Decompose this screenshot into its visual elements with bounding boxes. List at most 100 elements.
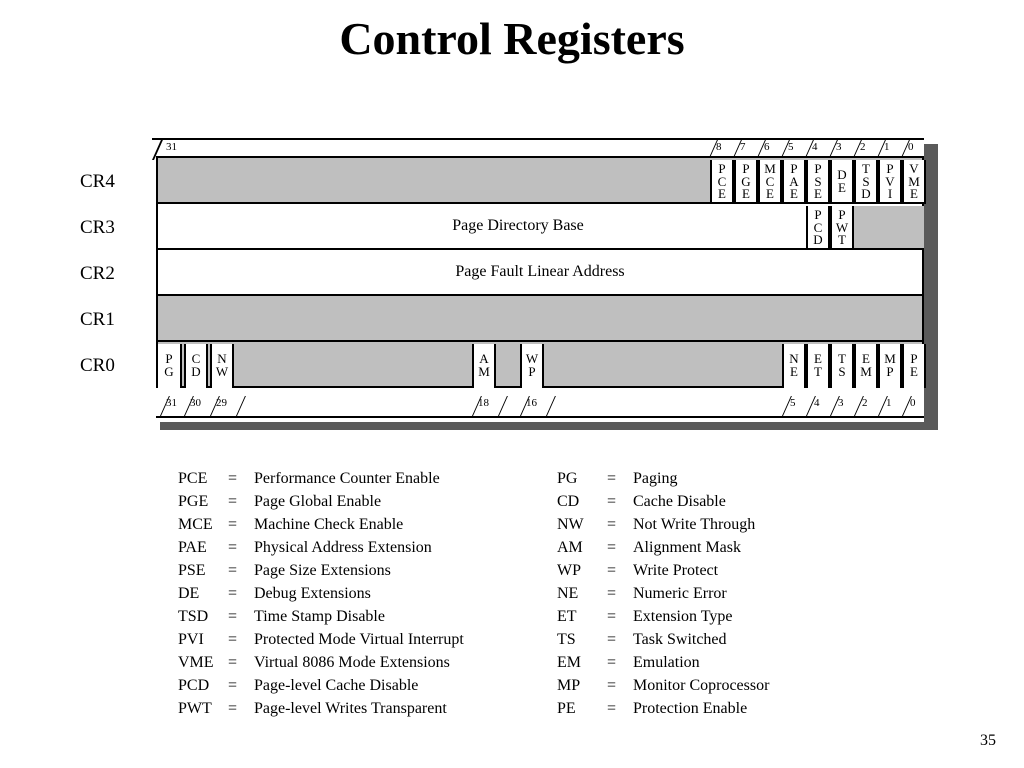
cr4-bit-pvi: PVI [878,160,902,204]
bit-number-cr0-18: 18 [478,397,489,409]
register-label-cr3: CR3 [80,217,115,238]
legend-abbr: PAE [178,539,207,556]
bit-number-cr0-1: 1 [886,397,892,409]
bit-number-1: 1 [884,141,890,153]
legend-equals: = [228,608,238,625]
legend-equals: = [228,654,238,671]
legend-equals: = [607,677,617,694]
register-rows: CR4 PCE PGE MCE PAE PSE DE TSD PVI VME C… [80,156,926,388]
legend-abbr: AM [557,539,583,556]
legend-equals: = [607,700,617,717]
legend-description: Alignment Mask [633,539,741,556]
bit-tick-cr0-gap-icon [236,396,258,416]
legend-description: Write Protect [633,562,719,579]
legend-description: Numeric Error [633,585,727,602]
legend-equals: = [607,516,617,533]
legend-row: PCD = Page-level Cache Disable [178,677,464,700]
legend-equals: = [228,677,238,694]
legend-description: Protection Enable [633,700,748,717]
register-row-cr3: CR3 Page Directory Base PCD PWT [80,202,924,250]
cr4-bit-de: DE [830,160,854,204]
bit-number-3: 3 [836,141,842,153]
legend-abbr: PCD [178,677,210,694]
bit-tick-cr0-17-icon [498,396,520,416]
cr0-bit-et: ET [806,344,830,388]
cr3-bit-pwt: PWT [830,206,854,250]
legend-abbr: NE [557,585,579,602]
bit-number-cr0-30: 30 [190,397,201,409]
bit-number-6: 6 [764,141,770,153]
legend-row: TS = Task Switched [557,631,769,654]
legend-column-right: PG = Paging CD = Cache Disable NW = Not Write Th… [557,470,769,723]
legend-row: EM = Emulation [557,654,769,677]
legend-equals: = [228,516,238,533]
legend-abbr: WP [557,562,581,579]
legend-row: PVI = Protected Mode Virtual Interrupt [178,631,464,654]
legend-abbr: PG [557,470,578,487]
legend-abbr: VME [178,654,214,671]
cr4-bit-pse: PSE [806,160,830,204]
bit-number-8: 8 [716,141,722,153]
legend-abbr: ET [557,608,577,625]
legend-column-left: PCE = Performance Counter Enable PGE = Page G… [178,470,464,723]
legend-description: Cache Disable [633,493,726,510]
legend-equals: = [228,700,238,717]
cr4-bit-pge: PGE [734,160,758,204]
legend-abbr: TSD [178,608,209,625]
legend-equals: = [607,585,617,602]
register-row-cr4: CR4 PCE PGE MCE PAE PSE DE TSD PVI VME [80,156,926,204]
legend-abbr: PCE [178,470,208,487]
legend-equals: = [607,608,617,625]
legend-abbr: EM [557,654,581,671]
cr4-bit-vme: VME [902,160,926,204]
legend-description: Paging [633,470,678,487]
page-number: 35 [980,732,996,749]
legend-abbr: MCE [178,516,213,533]
bit-number-cr0-4: 4 [814,397,820,409]
legend-abbr: MP [557,677,581,694]
legend-equals: = [228,585,238,602]
legend-description: Virtual 8086 Mode Extensions [254,654,450,671]
legend-row: MCE = Machine Check Enable [178,516,464,539]
legend-equals: = [607,631,617,648]
legend-equals: = [607,654,617,671]
cr0-bit-cd: CD [184,344,208,388]
legend-abbr: DE [178,585,200,602]
bit-number-31: 31 [166,141,177,153]
cr2-field-label: Page Fault Linear Address [455,263,625,280]
register-label-cr4: CR4 [80,171,115,192]
legend-row: ET = Extension Type [557,608,769,631]
diagram-shadow-right [924,144,938,430]
legend-abbr: TS [557,631,576,648]
cr0-bit-pe: PE [902,344,926,388]
legend-description: Machine Check Enable [254,516,404,533]
legend-description: Time Stamp Disable [254,608,385,625]
legend-description: Emulation [633,654,700,671]
legend-row: PAE = Physical Address Extension [178,539,464,562]
bit-number-4: 4 [812,141,818,153]
cr3-field-label: Page Directory Base [452,217,584,234]
legend-row: PWT = Page-level Writes Transparent [178,700,464,723]
legend-row: PSE = Page Size Extensions [178,562,464,585]
legend-description: Monitor Coprocessor [633,677,770,694]
bit-number-0: 0 [908,141,914,153]
legend-equals: = [607,562,617,579]
register-row-cr1: CR1 [80,294,924,342]
legend-abbr: PGE [178,493,209,510]
diagram-shadow-bottom [160,422,938,430]
cr4-bit-tsd: TSD [854,160,878,204]
register-label-cr1: CR1 [80,309,115,330]
bit-number-cr0-5: 5 [790,397,796,409]
legend-row: NE = Numeric Error [557,585,769,608]
legend-equals: = [607,539,617,556]
bit-number-cr0-2: 2 [862,397,868,409]
legend-description: Performance Counter Enable [254,470,440,487]
control-registers-diagram: 31 8 7 6 5 4 3 2 1 0 CR4 PCE PGE MCE PAE… [80,138,938,430]
legend-abbr: PWT [178,700,212,717]
legend-description: Not Write Through [633,516,756,533]
legend-description: Protected Mode Virtual Interrupt [254,631,464,648]
cr0-bit-wp: WP [520,344,544,388]
legend-row: TSD = Time Stamp Disable [178,608,464,631]
legend-row: NW = Not Write Through [557,516,769,539]
legend-equals: = [228,562,238,579]
